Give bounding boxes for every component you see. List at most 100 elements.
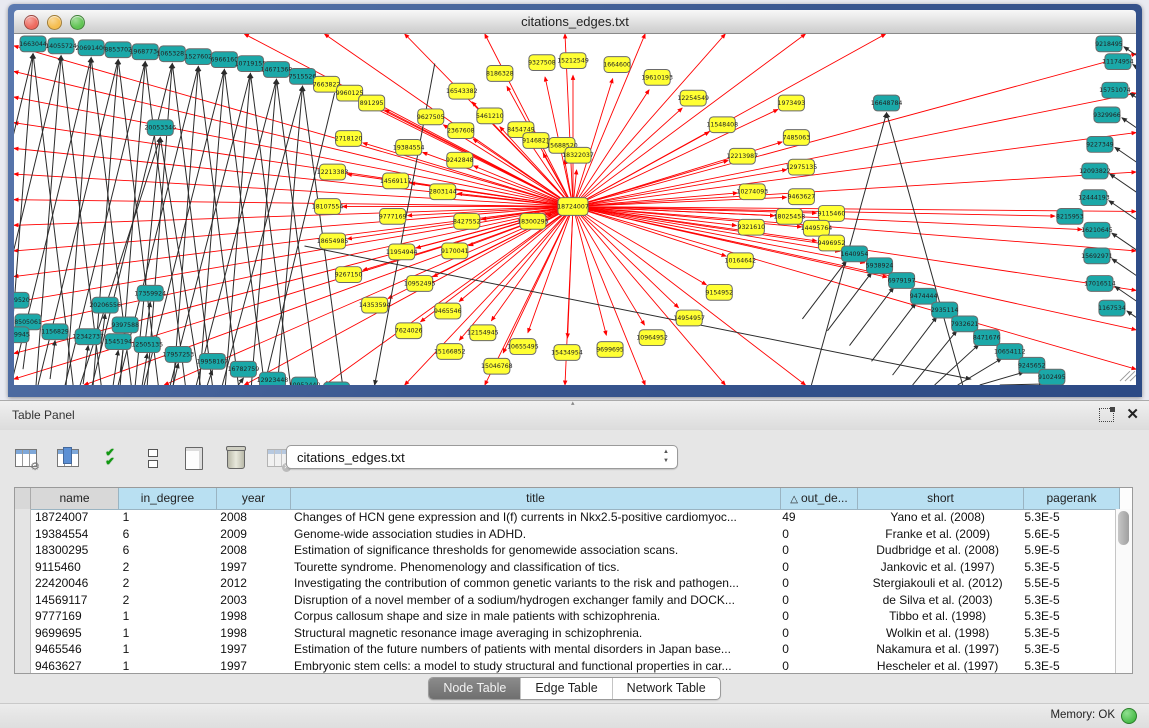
table-row[interactable]: 946554611997Estimation of the future num… (15, 641, 1116, 658)
graph-node-teal[interactable]: 9227349 (1086, 137, 1114, 153)
graph-node-yellow[interactable]: 9115460 (818, 206, 846, 222)
graph-node-yellow[interactable]: 1664600 (603, 57, 631, 73)
graph-node-teal[interactable]: 6979197 (888, 273, 916, 289)
network-file-select[interactable]: citations_edges.txt ▲▼ (286, 445, 678, 469)
select-columns-icon[interactable] (52, 442, 84, 474)
graph-node-teal[interactable]: 9102495 (1038, 369, 1066, 385)
graph-node-teal[interactable]: 15751074 (1099, 82, 1131, 98)
graph-node-yellow[interactable]: 14495764 (801, 220, 833, 236)
graph-node-yellow[interactable]: 18322037 (562, 147, 594, 163)
graph-node-yellow[interactable]: 19384554 (393, 139, 425, 155)
float-panel-icon[interactable] (1099, 408, 1114, 422)
graph-node-yellow[interactable]: 19610193 (641, 69, 673, 85)
graph-node-teal[interactable]: 16210645 (1081, 222, 1113, 238)
graph-node-teal[interactable]: 16648784 (871, 95, 903, 111)
graph-node-yellow[interactable]: 9627505 (417, 109, 445, 125)
graph-node-yellow[interactable]: 16543382 (446, 83, 478, 99)
graph-node-teal[interactable]: 10654112 (994, 344, 1026, 360)
graph-node-yellow[interactable]: 18025458 (774, 209, 806, 225)
graph-node-yellow[interactable]: 9267150 (335, 267, 363, 283)
graph-node-teal[interactable]: 9474444 (910, 288, 938, 304)
graph-node-yellow[interactable]: 15166852 (434, 344, 466, 360)
table-row[interactable]: 1872400712008Changes of HCN gene express… (15, 509, 1116, 526)
tab-network-table[interactable]: Network Table (613, 678, 720, 699)
column-header-in_degree[interactable]: in_degree (119, 488, 217, 509)
graph-node-yellow[interactable]: 10164642 (724, 253, 756, 269)
column-header-short[interactable]: short (858, 488, 1024, 509)
graph-node-teal[interactable]: 8471676 (973, 330, 1001, 346)
graph-node-teal[interactable]: 1663044 (19, 36, 47, 52)
graph-node-teal[interactable]: 1527602 (185, 49, 213, 65)
graph-node-yellow[interactable]: 14569117 (380, 173, 412, 189)
column-header-pagerank[interactable]: pagerank (1024, 488, 1120, 509)
graph-node-teal[interactable]: 17359924 (134, 285, 166, 301)
graph-node-yellow[interactable]: 18107554 (312, 199, 344, 215)
column-header-year[interactable]: year (217, 488, 291, 509)
graph-node-yellow[interactable]: 9777169 (379, 209, 407, 225)
splitter-handle[interactable]: ▴ (571, 402, 579, 406)
graph-node-teal[interactable]: 1156829 (41, 324, 69, 340)
graph-node-yellow[interactable]: 14353594 (359, 297, 391, 313)
graph-node-yellow[interactable]: 15434954 (551, 345, 583, 361)
tab-node-table[interactable]: Node Table (429, 678, 521, 699)
graph-node-yellow[interactable]: 11548408 (706, 117, 738, 133)
graph-node-yellow[interactable]: 14954957 (673, 310, 705, 326)
graph-node-teal[interactable]: 11174954 (1102, 54, 1134, 70)
graph-node-teal[interactable]: 1640954 (841, 246, 869, 262)
graph-node-yellow[interactable]: 891295 (359, 95, 385, 111)
graph-node-teal[interactable]: 17016514 (1084, 276, 1116, 292)
graph-node-yellow[interactable]: 10952495 (404, 276, 436, 292)
graph-node-yellow[interactable]: 10655495 (507, 339, 539, 355)
graph-node-teal[interactable]: 19958167 (197, 353, 229, 369)
graph-node-teal[interactable]: 8215953 (1056, 209, 1084, 225)
graph-node-yellow[interactable]: 10274093 (737, 184, 769, 200)
graph-node-yellow[interactable]: 7485063 (783, 130, 811, 146)
graph-node-teal[interactable]: 1049520 (14, 292, 30, 308)
tab-edge-table[interactable]: Edge Table (521, 678, 612, 699)
graph-node-yellow[interactable]: 2718120 (335, 131, 363, 147)
graph-node-yellow[interactable]: 18724007 (557, 198, 589, 216)
table-settings-icon[interactable]: ⚙ (10, 442, 42, 474)
graph-node-yellow[interactable]: 12975135 (786, 159, 818, 175)
graph-node-yellow[interactable]: 15046768 (481, 358, 513, 374)
graph-node-teal[interactable]: 9218495 (1095, 36, 1123, 52)
graph-node-yellow[interactable]: 12213987 (727, 148, 759, 164)
delete-table-icon[interactable] (220, 442, 252, 474)
graph-node-yellow[interactable]: 1973493 (778, 95, 806, 111)
column-header-name[interactable]: name (31, 488, 119, 509)
graph-node-teal[interactable]: 9397588 (111, 317, 139, 333)
graph-node-yellow[interactable]: 9327508 (528, 55, 556, 71)
column-header-out_de[interactable]: △out_de... (781, 488, 858, 509)
graph-node-yellow[interactable]: 9465546 (434, 303, 462, 319)
graph-node-teal[interactable]: 10952440 (289, 377, 321, 385)
new-table-icon[interactable] (178, 442, 210, 474)
graph-node-teal[interactable]: 10653287 (156, 46, 188, 62)
graph-node-teal[interactable]: 9329966 (1093, 107, 1121, 123)
graph-node-yellow[interactable]: 10964952 (636, 330, 668, 346)
graph-node-yellow[interactable]: 15212549 (557, 53, 589, 69)
clear-selection-icon[interactable] (136, 442, 168, 474)
table-row[interactable]: 1456911722003Disruption of a novel membe… (15, 592, 1116, 609)
scrollbar-thumb[interactable] (1118, 511, 1129, 545)
graph-node-teal[interactable]: 12505135 (131, 337, 163, 353)
select-all-icon[interactable]: ✔✔ (94, 442, 126, 474)
graph-node-yellow[interactable]: 9321610 (737, 219, 765, 235)
graph-node-yellow[interactable]: 8427552 (453, 213, 481, 229)
graph-node-teal[interactable]: 3919945 (14, 327, 30, 343)
graph-node-yellow[interactable]: 11954944 (386, 244, 418, 260)
graph-node-teal[interactable]: 20053346 (144, 120, 176, 136)
table-row[interactable]: 911546021997Tourette syndrome. Phenomeno… (15, 559, 1116, 576)
graph-node-teal[interactable]: 12923448 (257, 372, 289, 385)
graph-node-teal[interactable]: 15692971 (1081, 248, 1113, 264)
column-header-title[interactable]: title (291, 488, 781, 509)
graph-node-yellow[interactable]: 18654985 (317, 233, 349, 249)
graph-node-yellow[interactable]: 2367608 (447, 123, 475, 139)
graph-node-teal[interactable]: 1545194 (104, 334, 132, 350)
graph-node-teal[interactable]: 14671368 (261, 62, 293, 78)
graph-node-yellow[interactable]: 9154952 (705, 284, 733, 300)
graph-node-teal[interactable]: 7932621 (951, 316, 979, 332)
graph-node-teal[interactable]: 14055724 (45, 38, 77, 54)
graph-node-yellow[interactable]: 9242848 (446, 152, 474, 168)
network-window[interactable]: citations_edges.txt 16630441405572420691… (8, 4, 1142, 397)
table-row[interactable]: 1938455462009Genome-wide association stu… (15, 526, 1116, 543)
